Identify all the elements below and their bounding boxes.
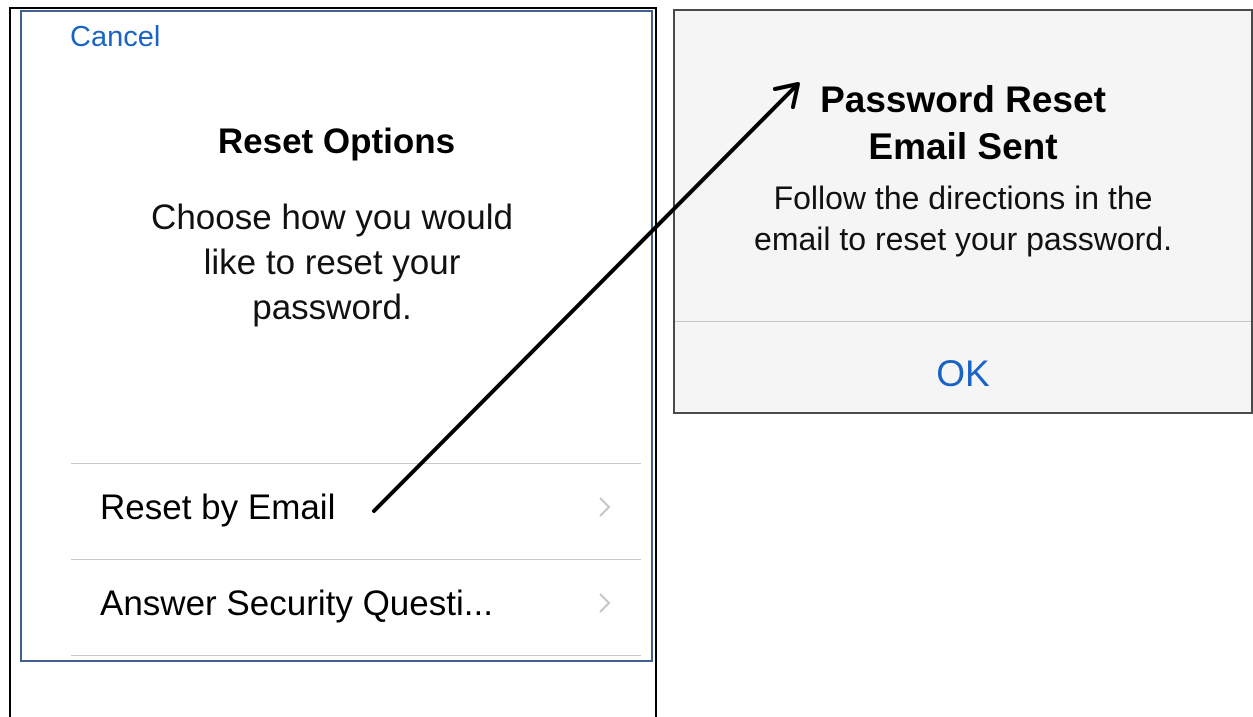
reset-by-email-option[interactable]: Reset by Email (71, 464, 641, 558)
ok-button[interactable]: OK (675, 322, 1251, 412)
alert-title-line: Password Reset (820, 79, 1106, 120)
page-frame-left (9, 7, 11, 717)
alert-message-line: email to reset your password. (754, 221, 1172, 257)
description-line: like to reset your (203, 243, 461, 282)
page-frame-top (9, 7, 656, 9)
alert-title: Password Reset Email Sent (675, 76, 1251, 170)
answer-security-questions-option[interactable]: Answer Security Questi... (71, 560, 641, 654)
reset-options-description: Choose how you would like to reset your … (132, 195, 532, 330)
chevron-right-icon (599, 593, 611, 613)
options-separator-bottom (71, 655, 641, 656)
alert-message-line: Follow the directions in the (773, 180, 1153, 216)
description-line: Choose how you would (151, 198, 513, 237)
password-reset-alert: Password Reset Email Sent Follow the dir… (673, 9, 1253, 414)
option-label: Answer Security Questi... (100, 584, 493, 623)
reset-options-title: Reset Options (217, 122, 456, 161)
alert-title-line: Email Sent (868, 126, 1058, 167)
alert-message: Follow the directions in the email to re… (675, 178, 1251, 260)
reset-options-screen: Cancel Reset Options Choose how you woul… (20, 10, 653, 662)
page-frame-divider (655, 7, 657, 717)
description-line: password. (252, 288, 412, 327)
cancel-button[interactable]: Cancel (70, 21, 160, 54)
option-label: Reset by Email (100, 488, 336, 527)
chevron-right-icon (599, 497, 611, 517)
